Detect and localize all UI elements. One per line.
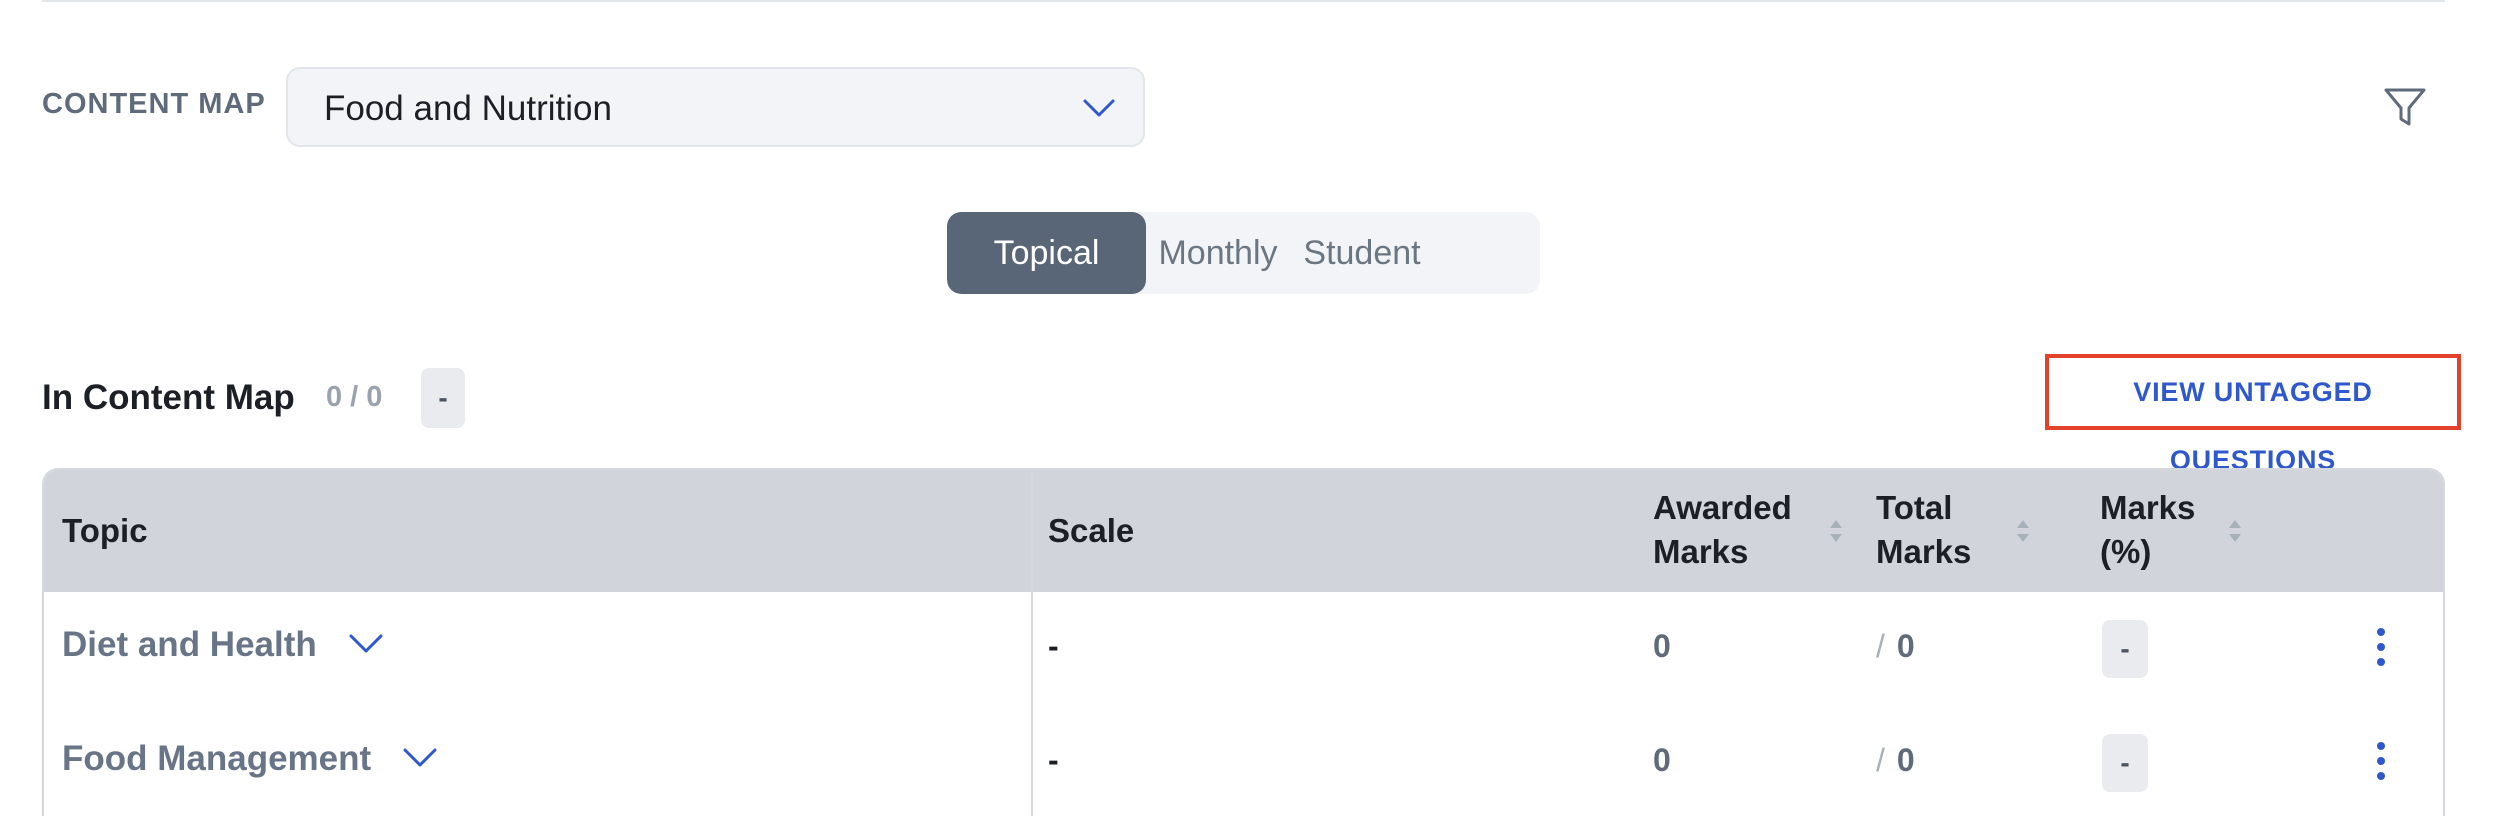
slash-separator: / [1876,628,1885,664]
chevron-down-icon[interactable] [401,746,439,770]
total-marks-number: 0 [1896,628,1915,664]
sort-icon[interactable] [2227,517,2243,545]
scale-value: - [1048,742,1059,778]
total-marks-number: 0 [1896,742,1915,778]
filter-icon[interactable] [2382,84,2428,130]
in-content-map-count: 0 / 0 [326,381,383,413]
header-awarded-line2: Marks [1653,533,1749,570]
tab-topical[interactable]: Topical [947,212,1146,294]
topic-food-management[interactable]: Food Management [62,739,439,779]
content-map-selected-value: Food and Nutrition [324,89,612,128]
topic-label: Diet and Health [62,625,317,664]
header-marks-percent[interactable]: Marks (%) [2100,486,2195,574]
content-map-label: CONTENT MAP [42,88,266,120]
more-vertical-icon[interactable] [2374,628,2388,670]
table-row: Diet and Health - 0 /0 - [44,592,2443,708]
tab-monthly[interactable]: Monthly [1146,212,1290,294]
header-scale[interactable]: Scale [1048,509,1134,553]
header-pct-line2: (%) [2100,533,2152,570]
sort-icon[interactable] [2015,517,2031,545]
content-map-select[interactable]: Food and Nutrition [286,67,1145,147]
total-marks-value: /0 [1876,628,1915,665]
header-awarded-marks[interactable]: Awarded Marks [1653,486,1792,574]
table-header: Topic Scale Awarded Marks Total Marks Ma… [44,470,2443,594]
tab-student[interactable]: Student [1290,212,1434,294]
sort-icon[interactable] [1828,517,1844,545]
in-content-map-badge: - [421,368,465,428]
awarded-marks-value: 0 [1653,742,1671,778]
header-total-line1: Total [1876,489,1953,526]
topic-diet-and-health[interactable]: Diet and Health [62,625,385,665]
topics-table: Topic Scale Awarded Marks Total Marks Ma… [42,468,2445,816]
awarded-marks-value: 0 [1653,628,1671,664]
in-content-map-title: In Content Map [42,378,295,417]
column-divider [1031,470,1033,816]
table-row: Food Management - 0 /0 - [44,706,2443,816]
header-topic[interactable]: Topic [62,509,148,553]
page: CONTENT MAP Food and Nutrition Topical M… [0,0,2494,816]
view-untagged-questions-link[interactable]: VIEW UNTAGGED QUESTIONS [2045,354,2461,475]
view-tabs: Topical Monthly Student [947,212,1540,294]
scale-value: - [1048,628,1059,664]
header-awarded-line1: Awarded [1653,489,1792,526]
chevron-down-icon[interactable] [347,632,385,656]
top-divider [42,0,2445,2]
header-total-marks[interactable]: Total Marks [1876,486,1971,574]
marks-percent-badge: - [2102,620,2148,678]
chevron-down-icon [1083,99,1115,117]
header-pct-line1: Marks [2100,489,2196,526]
slash-separator: / [1876,742,1885,778]
topic-label: Food Management [62,739,372,778]
more-vertical-icon[interactable] [2374,742,2388,784]
header-total-line2: Marks [1876,533,1972,570]
total-marks-value: /0 [1876,742,1915,779]
marks-percent-badge: - [2102,734,2148,792]
